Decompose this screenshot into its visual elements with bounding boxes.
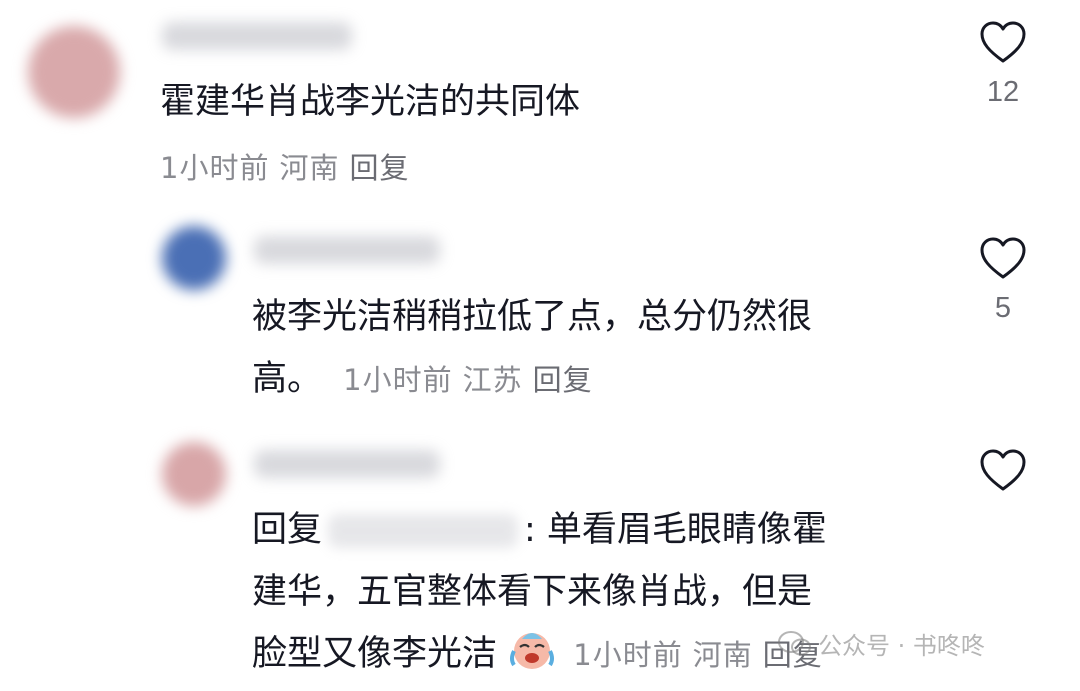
watermark: 公众号 · 书咚咚 bbox=[778, 626, 985, 661]
watermark-text: 公众号 · 书咚咚 bbox=[818, 632, 985, 660]
comment-time: 1小时前 bbox=[160, 151, 270, 185]
reply-prefix: 回复 bbox=[252, 510, 323, 550]
comment-text: 霍建华肖战李光洁的共同体 bbox=[160, 82, 581, 122]
crying-laughing-emoji-icon bbox=[510, 633, 555, 669]
like-count: 5 bbox=[994, 292, 1012, 324]
username-blurred[interactable] bbox=[254, 450, 440, 478]
mention-blurred[interactable] bbox=[328, 514, 519, 548]
reply-button[interactable]: 回复 bbox=[349, 151, 409, 185]
avatar[interactable] bbox=[28, 26, 120, 118]
heart-icon[interactable] bbox=[979, 20, 1027, 64]
comment-time: 1小时前 bbox=[573, 638, 683, 672]
comment-text-end: 高。 bbox=[252, 359, 323, 399]
comment-text-line-1: 回复 : 单看眉毛眼睛像霍 bbox=[252, 498, 827, 562]
comment-location: 河南 bbox=[692, 638, 753, 672]
comment-text-line-1: 被李光洁稍稍拉低了点，总分仍然很 bbox=[252, 297, 813, 337]
comment-meta: 1小时前 河南 回复 bbox=[160, 136, 419, 200]
like-control[interactable] bbox=[973, 448, 1033, 492]
comment-text: : 单看眉毛眼睛像霍 bbox=[524, 510, 827, 550]
comment-time: 1小时前 bbox=[343, 363, 453, 397]
username-blurred[interactable] bbox=[254, 236, 440, 264]
like-control[interactable]: 5 bbox=[973, 236, 1033, 325]
comment-location: 江苏 bbox=[462, 363, 523, 397]
heart-icon[interactable] bbox=[979, 236, 1027, 280]
like-control[interactable]: 12 bbox=[973, 20, 1033, 109]
heart-icon[interactable] bbox=[979, 448, 1027, 492]
comment-text-line-2: 高。 1小时前 江苏 回复 bbox=[252, 347, 603, 412]
wechat-icon bbox=[778, 631, 811, 656]
comment-text-end: 脸型又像李光洁 bbox=[252, 634, 498, 674]
comment-meta: 1小时前 江苏 回复 bbox=[343, 363, 602, 397]
comment-text-line-2: 建华，五官整体看下来像肖战，但是 bbox=[252, 572, 813, 612]
comment-text-line-3: 脸型又像李光洁 1小时前 河南 回复 bbox=[252, 622, 833, 687]
like-count: 12 bbox=[986, 76, 1020, 108]
username-blurred[interactable] bbox=[162, 22, 352, 50]
reply-button[interactable]: 回复 bbox=[533, 363, 593, 397]
avatar[interactable] bbox=[162, 442, 226, 506]
comment-location: 河南 bbox=[279, 151, 340, 185]
avatar[interactable] bbox=[162, 226, 226, 290]
